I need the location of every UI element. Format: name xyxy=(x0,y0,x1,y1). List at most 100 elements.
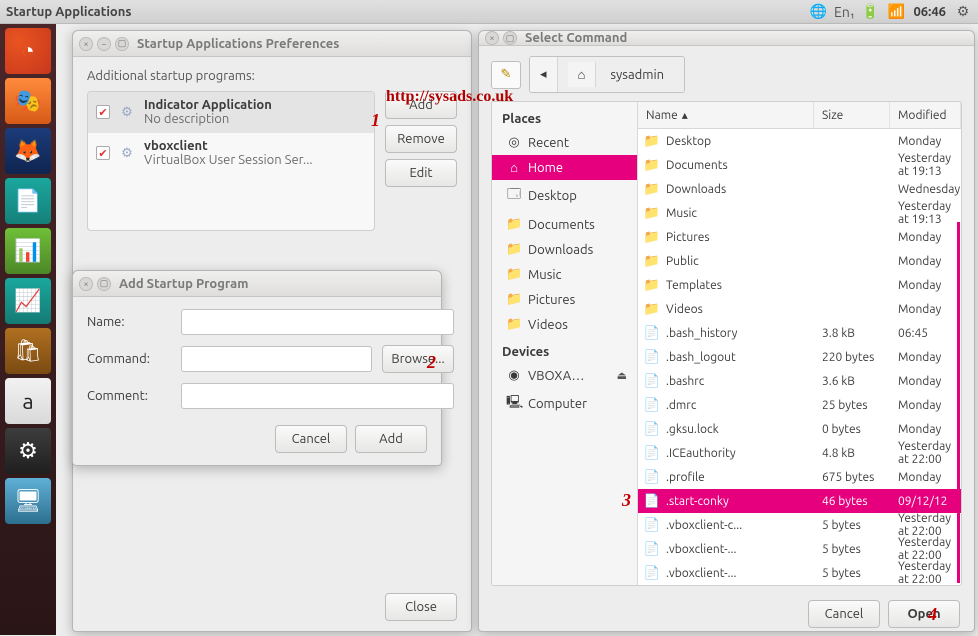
comment-input[interactable] xyxy=(181,383,454,409)
startup-programs-list[interactable]: ✔ ⚙ Indicator Application No description… xyxy=(87,91,375,231)
add-button[interactable]: Add xyxy=(355,425,427,453)
open-button[interactable]: Open xyxy=(888,600,960,628)
column-header-size[interactable]: Size xyxy=(814,102,890,128)
workspace-icon[interactable]: 🖥 xyxy=(5,478,51,524)
file-row[interactable]: 📁DownloadsWednesday xyxy=(638,177,961,201)
remove-button[interactable]: Remove xyxy=(385,125,457,153)
folder-icon: 📁 xyxy=(506,292,522,307)
launcher-app-1[interactable]: 🎭 xyxy=(5,78,51,124)
file-row[interactable]: 📄.ICEauthority4.8 kBYesterday at 22:00 xyxy=(638,441,961,465)
file-name: Pictures xyxy=(666,231,710,244)
file-row[interactable]: 📄.bashrc3.6 kBMonday xyxy=(638,369,961,393)
sidebar-place-documents[interactable]: 📁Documents xyxy=(492,212,637,237)
battery-icon[interactable]: 🔋 xyxy=(861,3,879,21)
file-size: 3.6 kB xyxy=(814,375,890,388)
file-row[interactable]: 📄.bash_history3.8 kB06:45 xyxy=(638,321,961,345)
sidebar-device[interactable]: ◉VBOXA…⏏ xyxy=(492,363,637,388)
file-row[interactable]: 📄.gksu.lock0 bytesMonday xyxy=(638,417,961,441)
file-name: .bash_logout xyxy=(666,351,736,364)
sidebar-item-label: VBOXA… xyxy=(528,369,585,383)
clock[interactable]: 06:46 xyxy=(913,5,946,19)
system-tray: 🌐 En₁ 🔋 📶 06:46 ⚙ xyxy=(809,3,978,21)
amazon-icon[interactable]: a xyxy=(5,378,51,424)
file-row[interactable]: 📄.bash_logout220 bytesMonday xyxy=(638,345,961,369)
file-row[interactable]: 📄.vboxclient-...5 bytesYesterday at 22:0… xyxy=(638,537,961,561)
eject-icon[interactable]: ⏏ xyxy=(617,369,627,382)
gear-icon: ⚙ xyxy=(118,144,136,162)
file-name: Videos xyxy=(666,303,703,316)
close-icon[interactable]: × xyxy=(79,277,93,291)
sidebar-place-music[interactable]: 📁Music xyxy=(492,262,637,287)
checkbox-icon[interactable]: ✔ xyxy=(96,105,110,119)
close-icon[interactable]: × xyxy=(79,37,93,51)
command-input[interactable] xyxy=(181,346,372,372)
maximize-icon[interactable]: ▢ xyxy=(97,277,111,291)
launcher-app-5[interactable]: 📈 xyxy=(5,278,51,324)
browse-button[interactable]: Browse... xyxy=(382,345,454,373)
sidebar-place-recent[interactable]: ◎Recent xyxy=(492,130,637,155)
path-back-button[interactable]: ◂ xyxy=(530,57,558,92)
checkbox-icon[interactable]: ✔ xyxy=(96,146,110,160)
cancel-button[interactable]: Cancel xyxy=(275,425,347,453)
edit-button[interactable]: Edit xyxy=(385,159,457,187)
keyboard-indicator[interactable]: En₁ xyxy=(835,3,853,21)
file-row[interactable]: 📁TemplatesMonday xyxy=(638,273,961,297)
launcher-app-6[interactable]: 🛍 xyxy=(5,328,51,374)
file-row[interactable]: 📁MusicYesterday at 19:13 xyxy=(638,201,961,225)
settings-icon[interactable]: ⚙ xyxy=(5,428,51,474)
file-row[interactable]: 📄.vboxclient-...5 bytesYesterday at 22:0… xyxy=(638,561,961,585)
file-row[interactable]: 📁PublicMonday xyxy=(638,249,961,273)
minimize-icon[interactable]: − xyxy=(97,37,111,51)
file-name: .gksu.lock xyxy=(666,423,719,436)
folder-icon: ◎ xyxy=(506,135,522,150)
sidebar-place-videos[interactable]: 📁Videos xyxy=(492,312,637,337)
file-row[interactable]: 📄.vboxclient-c...5 bytesYesterday at 22:… xyxy=(638,513,961,537)
list-item[interactable]: ✔ ⚙ vboxclient VirtualBox User Session S… xyxy=(88,133,374,174)
sidebar-device[interactable]: 🖳Computer xyxy=(492,388,637,420)
file-row[interactable]: 📄.start-conky46 bytes09/12/12 xyxy=(638,489,961,513)
sidebar-place-pictures[interactable]: 📁Pictures xyxy=(492,287,637,312)
folder-icon: 📁 xyxy=(644,205,660,221)
sidebar-place-home[interactable]: ⌂Home xyxy=(492,155,637,180)
name-input[interactable] xyxy=(181,309,454,335)
gear-icon: ⚙ xyxy=(118,103,136,121)
file-name: .bash_history xyxy=(666,327,737,340)
close-button[interactable]: Close xyxy=(385,593,457,621)
column-header-name[interactable]: Name ▴ xyxy=(638,102,814,128)
edit-path-button[interactable]: ✎ xyxy=(491,61,521,89)
folder-icon: 📁 xyxy=(644,157,660,173)
scrollbar[interactable] xyxy=(957,222,960,583)
column-header-modified[interactable]: Modified xyxy=(890,102,961,128)
session-icon[interactable]: ⚙ xyxy=(954,3,972,21)
launcher-app-3[interactable]: 📄 xyxy=(5,178,51,224)
launcher-app-4[interactable]: 📊 xyxy=(5,228,51,274)
dash-icon[interactable]: ◔ xyxy=(5,28,51,74)
globe-icon[interactable]: 🌐 xyxy=(809,3,827,21)
file-row[interactable]: 📄.profile675 bytesMonday xyxy=(638,465,961,489)
file-row[interactable]: 📁DesktopMonday xyxy=(638,129,961,153)
file-modified: Wednesday xyxy=(890,183,961,196)
path-segment-home[interactable]: ⌂sysadmin xyxy=(558,57,685,92)
firefox-icon[interactable]: 🦊 xyxy=(5,128,51,174)
prefs-titlebar[interactable]: × − ▢ Startup Applications Preferences xyxy=(73,31,471,57)
file-row[interactable]: 📁PicturesMonday xyxy=(638,225,961,249)
file-modified: Monday xyxy=(890,471,961,484)
file-chooser-titlebar[interactable]: × ▢ Select Command xyxy=(479,31,974,46)
close-icon[interactable]: × xyxy=(485,31,499,45)
maximize-icon[interactable]: ▢ xyxy=(115,37,129,51)
add-button[interactable]: Add xyxy=(385,91,457,119)
list-item[interactable]: ✔ ⚙ Indicator Application No description xyxy=(88,92,374,133)
file-size: 675 bytes xyxy=(814,471,890,484)
cancel-button[interactable]: Cancel xyxy=(808,600,880,628)
list-item-text: Indicator Application No description xyxy=(144,98,272,126)
sidebar-place-desktop[interactable]: 🗔Desktop xyxy=(492,180,637,212)
file-row[interactable]: 📄.dmrc25 bytesMonday xyxy=(638,393,961,417)
file-row[interactable]: 📁VideosMonday xyxy=(638,297,961,321)
folder-icon: 📁 xyxy=(644,133,660,149)
sidebar-place-downloads[interactable]: 📁Downloads xyxy=(492,237,637,262)
unity-launcher: ◔ 🎭 🦊 📄 📊 📈 🛍 a ⚙ 🖥 xyxy=(0,24,56,635)
network-icon[interactable]: 📶 xyxy=(887,3,905,21)
add-dialog-titlebar[interactable]: × ▢ Add Startup Program xyxy=(73,271,441,297)
maximize-icon[interactable]: ▢ xyxy=(503,31,517,45)
file-row[interactable]: 📁DocumentsYesterday at 19:13 xyxy=(638,153,961,177)
